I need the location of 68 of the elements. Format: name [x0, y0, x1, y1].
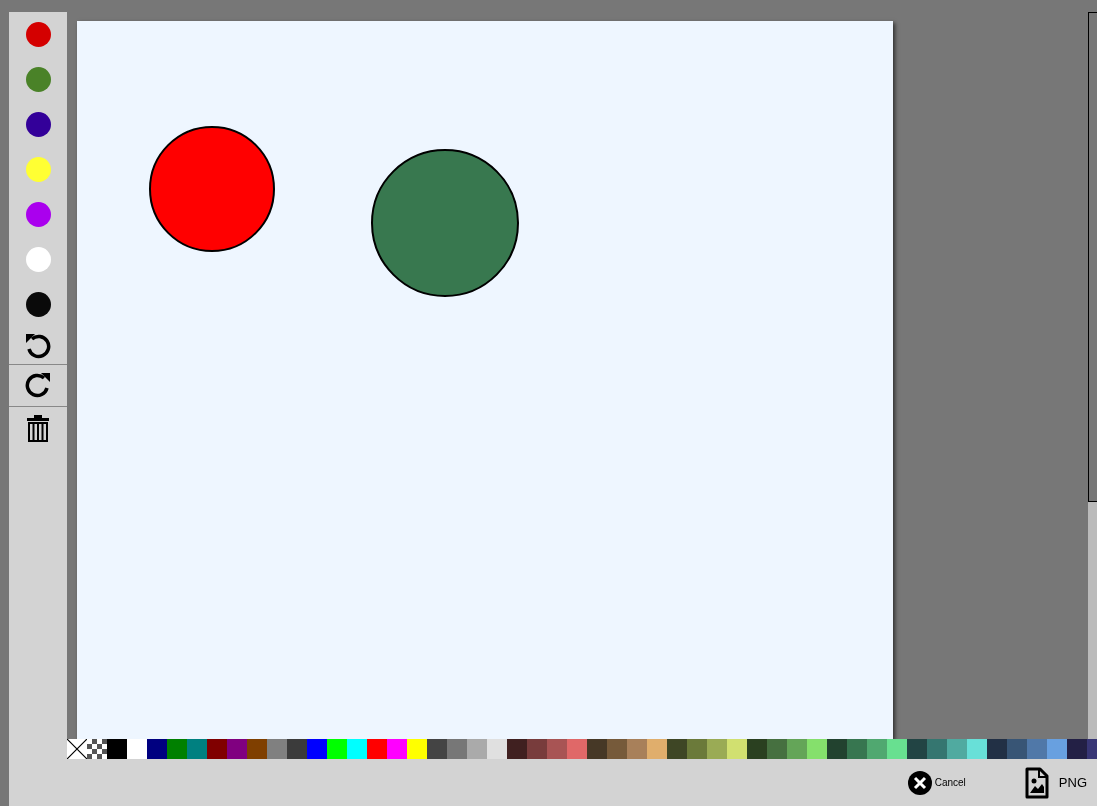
color-swatch[interactable] — [807, 739, 827, 759]
color-swatch[interactable] — [827, 739, 847, 759]
color-swatch[interactable] — [467, 739, 487, 759]
color-swatch[interactable] — [787, 739, 807, 759]
color-swatch[interactable] — [127, 739, 147, 759]
color-swatch[interactable] — [527, 739, 547, 759]
color-swatch[interactable] — [207, 739, 227, 759]
color-swatch[interactable] — [607, 739, 627, 759]
color-swatch[interactable] — [327, 739, 347, 759]
color-button[interactable] — [25, 157, 51, 182]
color-swatch[interactable] — [487, 739, 507, 759]
image-file-icon — [1024, 766, 1049, 799]
color-swatch[interactable] — [387, 739, 407, 759]
circle-shape[interactable] — [371, 149, 519, 297]
color-swatch[interactable] — [287, 739, 307, 759]
cancel-button[interactable]: Cancel — [905, 768, 968, 797]
color-swatch[interactable] — [707, 739, 727, 759]
color-swatch[interactable] — [667, 739, 687, 759]
color-swatch[interactable] — [587, 739, 607, 759]
undo-icon — [25, 332, 51, 361]
color-swatch[interactable] — [947, 739, 967, 759]
transparent-swatch[interactable] — [87, 739, 107, 759]
color-swatch[interactable] — [147, 739, 167, 759]
color-button[interactable] — [25, 67, 51, 92]
color-swatch[interactable] — [887, 739, 907, 759]
color-button[interactable] — [25, 247, 51, 272]
close-icon — [907, 770, 932, 795]
color-swatch[interactable] — [867, 739, 887, 759]
color-swatch[interactable] — [167, 739, 187, 759]
color-swatch[interactable] — [227, 739, 247, 759]
color-swatch[interactable] — [747, 739, 767, 759]
color-swatch[interactable] — [847, 739, 867, 759]
color-swatch[interactable] — [267, 739, 287, 759]
color-swatch[interactable] — [907, 739, 927, 759]
color-swatch[interactable] — [727, 739, 747, 759]
color-swatch[interactable] — [1027, 739, 1047, 759]
color-button[interactable] — [25, 292, 51, 317]
color-swatch[interactable] — [1007, 739, 1027, 759]
color-swatch[interactable] — [407, 739, 427, 759]
color-swatch[interactable] — [627, 739, 647, 759]
png-export-button[interactable]: PNG — [1022, 764, 1089, 801]
color-swatch[interactable] — [107, 739, 127, 759]
color-swatch[interactable] — [967, 739, 987, 759]
trash-icon — [26, 413, 50, 442]
color-swatch[interactable] — [567, 739, 587, 759]
color-swatch[interactable] — [927, 739, 947, 759]
color-swatch[interactable] — [307, 739, 327, 759]
color-swatch[interactable] — [247, 739, 267, 759]
color-swatch[interactable] — [987, 739, 1007, 759]
color-swatch[interactable] — [647, 739, 667, 759]
redo-icon — [25, 371, 51, 400]
color-swatch[interactable] — [347, 739, 367, 759]
color-swatch[interactable] — [427, 739, 447, 759]
color-swatch[interactable] — [687, 739, 707, 759]
color-swatch[interactable] — [767, 739, 787, 759]
no-color-swatch[interactable] — [67, 739, 87, 759]
color-button[interactable] — [25, 22, 51, 47]
color-button[interactable] — [25, 202, 51, 227]
color-swatch[interactable] — [547, 739, 567, 759]
circle-shape[interactable] — [149, 126, 275, 252]
color-swatch[interactable] — [1067, 739, 1087, 759]
drawing-canvas[interactable] — [77, 21, 893, 739]
color-button[interactable] — [25, 112, 51, 137]
color-swatch[interactable] — [367, 739, 387, 759]
color-swatch[interactable] — [447, 739, 467, 759]
color-swatch[interactable] — [1047, 739, 1067, 759]
color-swatch[interactable] — [187, 739, 207, 759]
color-swatch[interactable] — [507, 739, 527, 759]
